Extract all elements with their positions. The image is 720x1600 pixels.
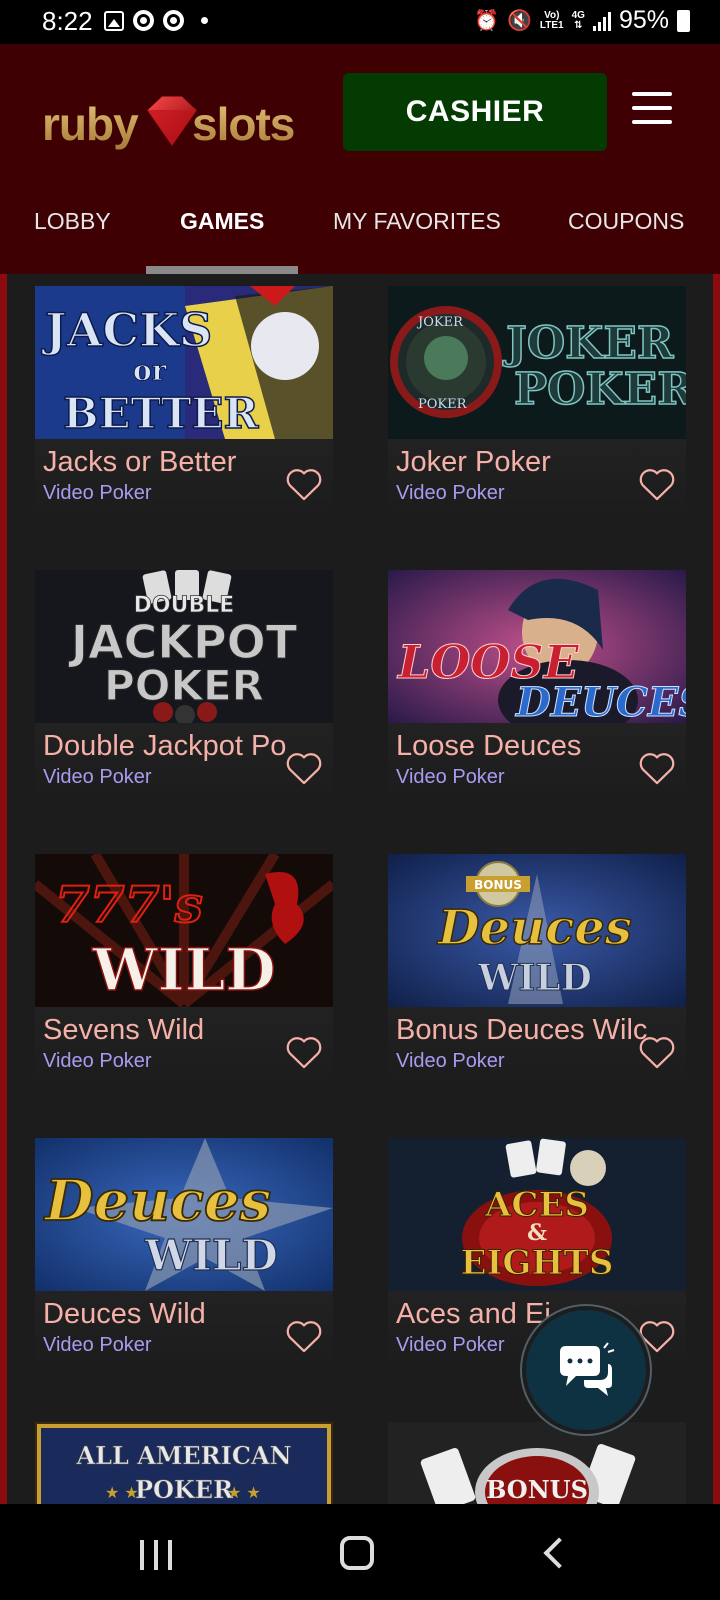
alarm-icon: ⏰ — [474, 10, 499, 32]
game-thumbnail[interactable]: LOOSE DEUCES — [388, 570, 686, 723]
game-category: Video Poker — [43, 766, 152, 788]
image-icon — [104, 10, 124, 31]
recent-apps-icon[interactable] — [140, 1540, 172, 1570]
svg-text:Deuces: Deuces — [43, 1168, 271, 1234]
svg-text:777's: 777's — [55, 875, 203, 934]
game-category: Video Poker — [396, 1050, 505, 1072]
game-card-joker-poker[interactable]: JOKER POKER JOKER POKER Joker Poker Vide… — [388, 286, 686, 526]
app-header: ruby slots CASHIER LOBBY GAMES MY FAVORI… — [0, 44, 720, 274]
svg-text:ruby: ruby — [42, 98, 139, 150]
game-thumbnail[interactable]: DOUBLE JACKPOT POKER — [35, 570, 333, 723]
svg-text:★ ★: ★ ★ — [105, 1483, 139, 1502]
svg-text:WILD: WILD — [144, 1231, 278, 1280]
svg-text:DEUCES: DEUCES — [515, 679, 686, 723]
svg-text:ACES: ACES — [484, 1185, 589, 1225]
game-thumbnail[interactable]: 777's WILD — [35, 854, 333, 1007]
svg-text:JOKER: JOKER — [502, 318, 674, 369]
hamburger-menu-icon[interactable] — [632, 92, 672, 128]
nav-tabs: LOBBY GAMES MY FAVORITES COUPONS — [0, 204, 720, 274]
svg-text:JACKS: JACKS — [41, 303, 212, 357]
game-category: Video Poker — [43, 482, 152, 504]
heart-icon[interactable] — [285, 750, 323, 786]
svg-text:slots: slots — [192, 98, 294, 150]
heart-icon[interactable] — [285, 466, 323, 502]
game-thumbnail[interactable]: ALL AMERICAN POKER ★ ★ ★ ★ — [35, 1422, 333, 1504]
svg-text:POKER: POKER — [418, 397, 468, 412]
chrome-icon — [133, 10, 154, 31]
game-category: Video Poker — [396, 482, 505, 504]
battery-icon — [677, 9, 690, 32]
battery-percent: 95% — [618, 6, 669, 34]
game-category: Video Poker — [43, 1334, 152, 1356]
rubyslots-logo[interactable]: ruby slots — [42, 88, 310, 158]
volte-bottom: LTE1 — [539, 19, 564, 31]
svg-text:JOKER: JOKER — [416, 315, 464, 330]
svg-text:BONUS: BONUS — [486, 1475, 588, 1504]
heart-icon[interactable] — [638, 466, 676, 502]
heart-icon[interactable] — [285, 1034, 323, 1070]
svg-text:POKER: POKER — [514, 364, 686, 415]
chat-icon — [560, 1342, 615, 1396]
game-thumbnail[interactable]: BONUS — [388, 1422, 686, 1504]
svg-text:or: or — [133, 354, 168, 387]
signal-icon — [592, 11, 611, 31]
game-category: Video Poker — [396, 766, 505, 788]
home-icon[interactable] — [340, 1536, 374, 1570]
game-card-double-jackpot-poker[interactable]: DOUBLE JACKPOT POKER Double Jackpot Po V… — [35, 570, 333, 810]
game-thumbnail[interactable]: ACES & EIGHTS — [388, 1138, 686, 1291]
heart-icon[interactable] — [638, 750, 676, 786]
game-card-bonus-poker[interactable]: BONUS — [388, 1422, 686, 1504]
svg-text:Deuces: Deuces — [436, 900, 632, 956]
volte-indicator: Vo) LTE1 — [539, 9, 564, 31]
svg-text:WILD: WILD — [477, 957, 592, 999]
chrome-icon — [163, 10, 184, 31]
svg-text:★ ★: ★ ★ — [227, 1483, 261, 1502]
svg-text:EIGHTS: EIGHTS — [461, 1243, 614, 1283]
game-card-sevens-wild[interactable]: 777's WILD Sevens Wild Video Poker — [35, 854, 333, 1094]
dot-icon — [201, 17, 208, 24]
game-card-bonus-deuces-wild[interactable]: BONUS Deuces WILD Bonus Deuces Wilc Vide… — [388, 854, 686, 1094]
game-card-jacks-or-better[interactable]: JACKS or BETTER Jacks or Better Video Po… — [35, 286, 333, 526]
game-thumbnail[interactable]: Deuces WILD — [35, 1138, 333, 1291]
mute-icon: 🔇 — [506, 10, 532, 32]
heart-icon[interactable] — [638, 1034, 676, 1070]
game-card-loose-deuces[interactable]: LOOSE DEUCES Loose Deuces Video Poker — [388, 570, 686, 810]
svg-text:BONUS: BONUS — [474, 878, 522, 892]
svg-text:BETTER: BETTER — [63, 389, 260, 438]
game-card-all-american-poker[interactable]: ALL AMERICAN POKER ★ ★ ★ ★ — [35, 1422, 333, 1504]
svg-text:WILD: WILD — [91, 936, 275, 1004]
game-thumbnail[interactable]: JACKS or BETTER — [35, 286, 333, 439]
game-category: Video Poker — [396, 1334, 505, 1356]
lte-arrows-icon: ⇅ — [574, 19, 583, 31]
lte-label: 4G — [571, 9, 585, 21]
lte-indicator: 4G ⇅ — [571, 9, 585, 31]
cashier-button[interactable]: CASHIER — [343, 73, 607, 151]
system-nav-bar — [0, 1504, 720, 1600]
game-card-deuces-wild[interactable]: Deuces WILD Deuces Wild Video Poker — [35, 1138, 333, 1378]
status-bar: 8:22 ⏰ 🔇 Vo) LTE1 4G ⇅ 95% — [0, 0, 720, 44]
svg-text:POKER: POKER — [104, 661, 264, 710]
system-icons: ⏰ 🔇 Vo) LTE1 4G ⇅ 95% — [474, 6, 690, 35]
tab-my-favorites[interactable]: MY FAVORITES — [333, 204, 501, 274]
tab-games[interactable]: GAMES — [180, 204, 264, 274]
notification-icons — [104, 10, 208, 31]
tab-lobby[interactable]: LOBBY — [34, 204, 111, 274]
back-icon[interactable] — [543, 1537, 575, 1569]
tab-coupons[interactable]: COUPONS — [568, 204, 684, 274]
game-category: Video Poker — [43, 1050, 152, 1072]
status-time: 8:22 — [42, 6, 93, 36]
active-tab-indicator — [146, 266, 298, 274]
heart-icon[interactable] — [285, 1318, 323, 1354]
svg-text:ALL AMERICAN: ALL AMERICAN — [75, 1441, 291, 1470]
svg-text:POKER: POKER — [135, 1475, 234, 1504]
volte-top: Vo) — [544, 9, 560, 21]
game-thumbnail[interactable]: BONUS Deuces WILD — [388, 854, 686, 1007]
chat-button[interactable] — [522, 1306, 650, 1434]
game-thumbnail[interactable]: JOKER POKER JOKER POKER — [388, 286, 686, 439]
